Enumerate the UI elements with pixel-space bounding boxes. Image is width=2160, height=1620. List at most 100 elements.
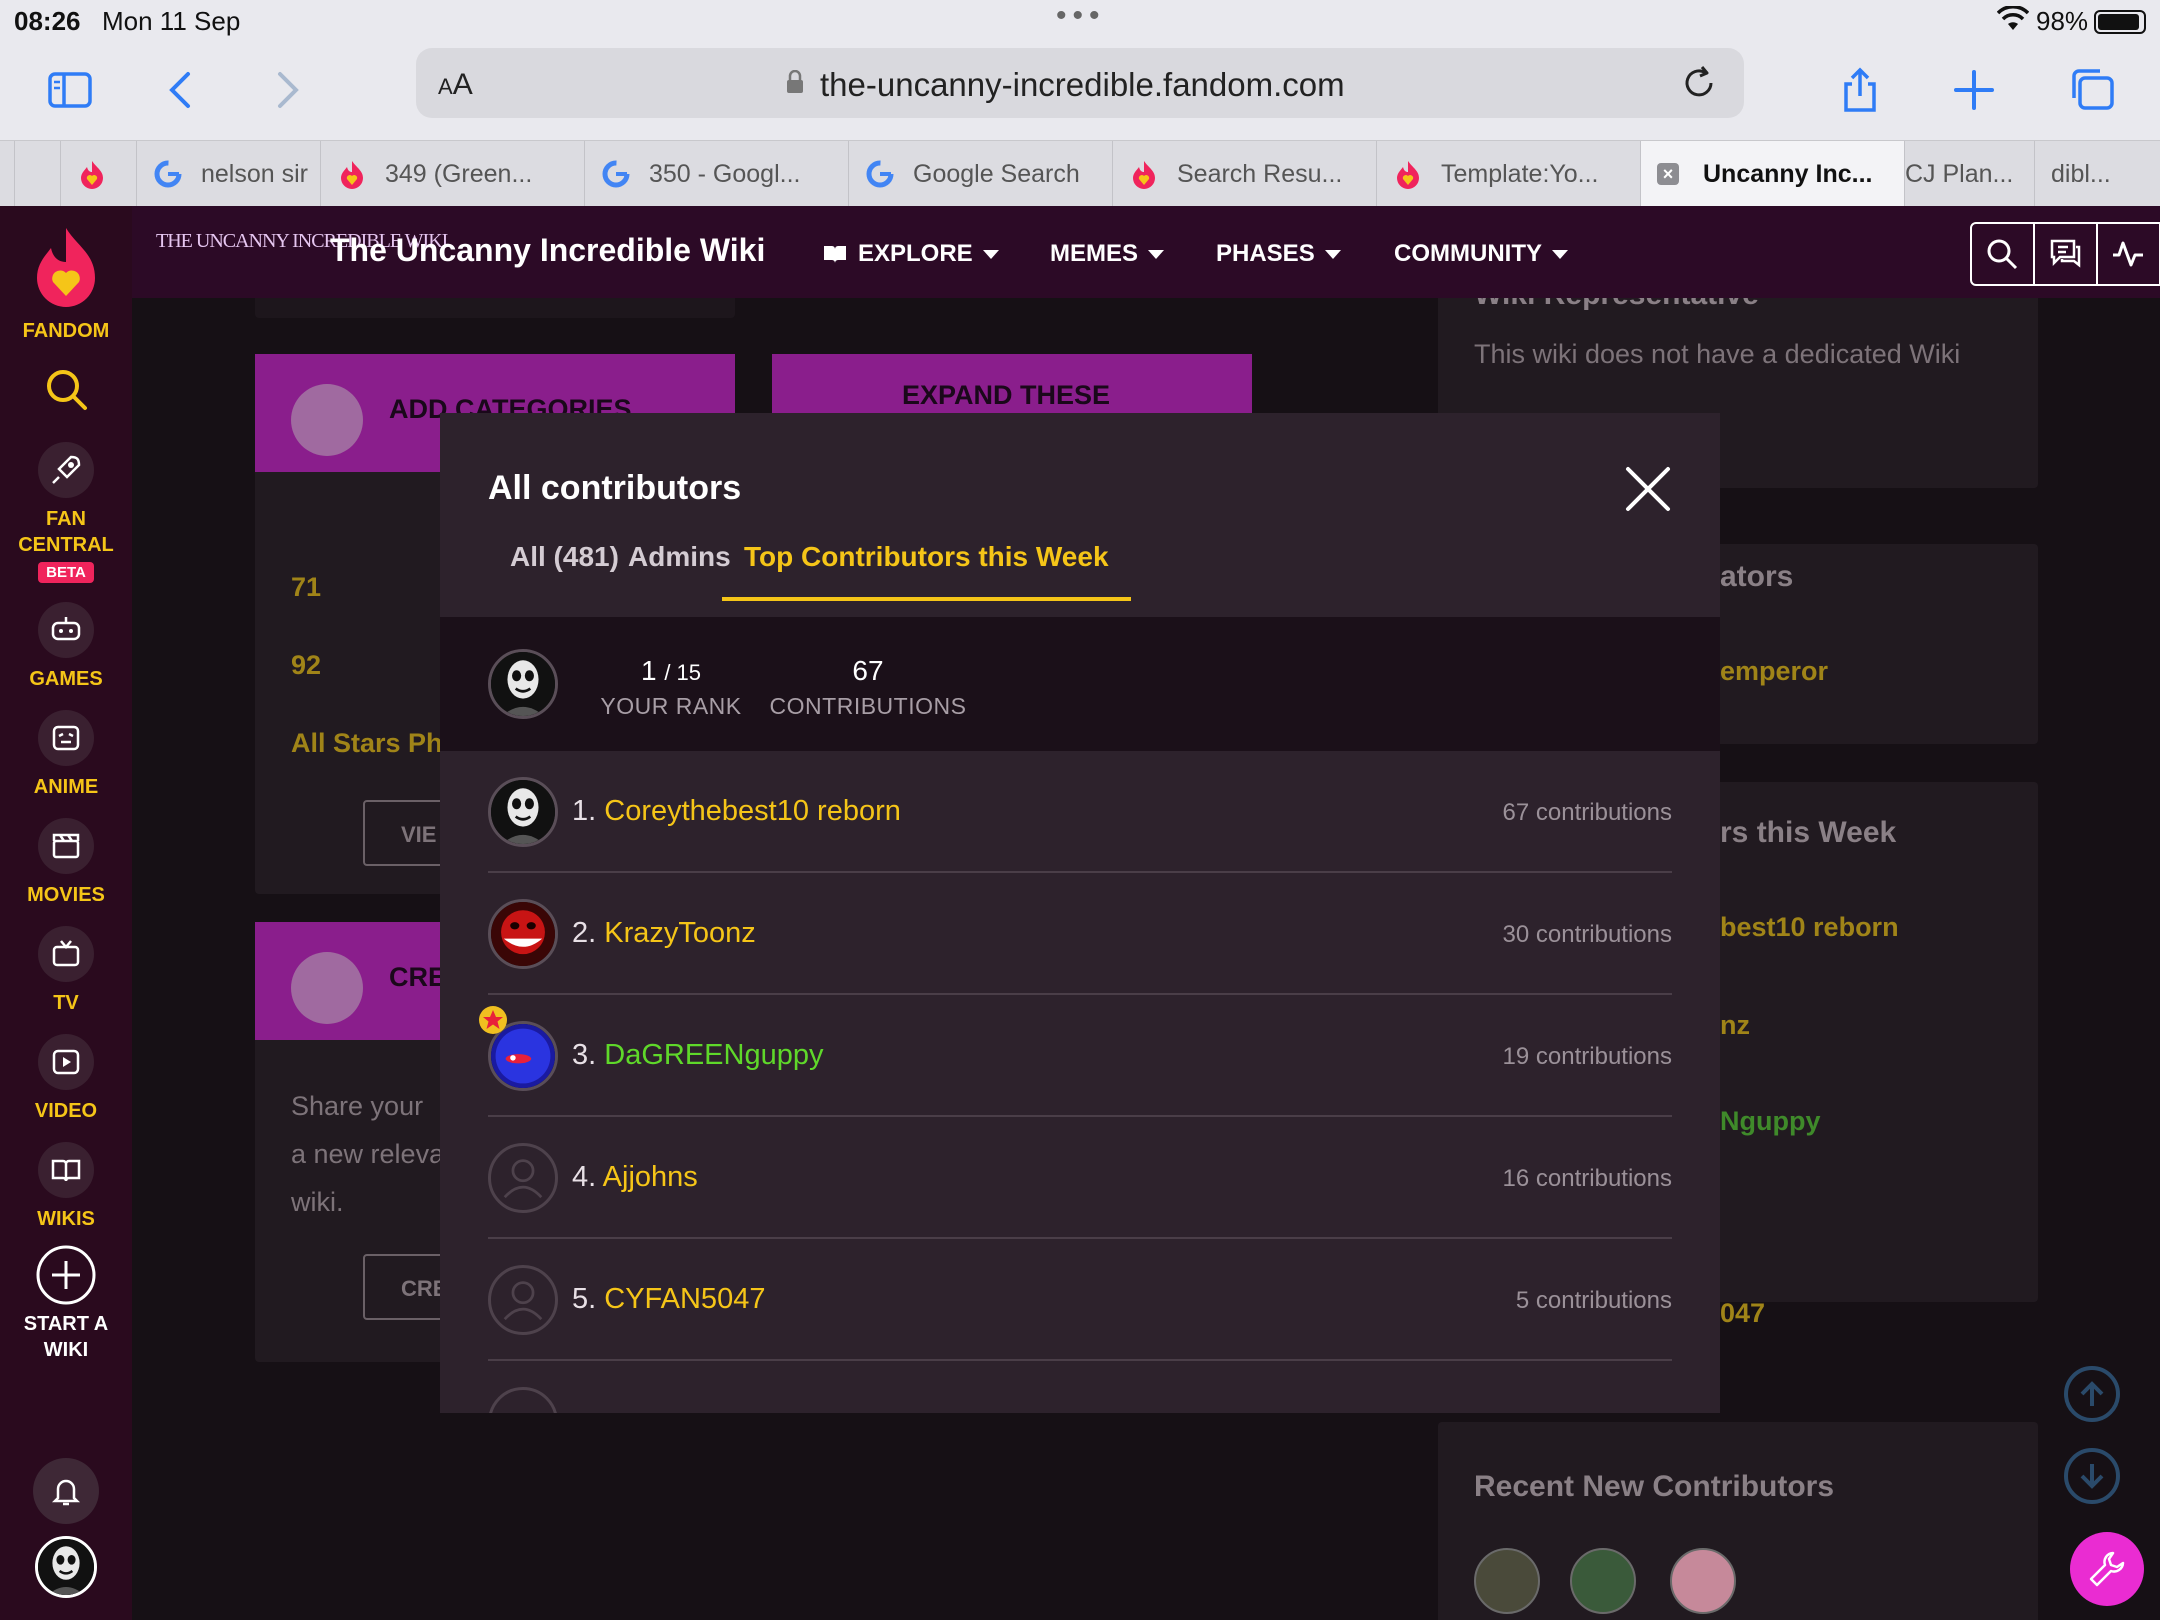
new-tab-icon[interactable] <box>1944 60 2004 120</box>
nav-community[interactable]: COMMUNITY <box>1394 240 1568 268</box>
avatar[interactable] <box>488 649 558 719</box>
tag-icon <box>291 384 363 456</box>
tab-dibl[interactable]: dibl... <box>2034 141 2160 207</box>
tab-admins[interactable]: Admins <box>628 541 731 603</box>
multitask-dots-icon[interactable]: ••• <box>1056 1 1106 31</box>
discussions-button[interactable] <box>2035 224 2098 284</box>
default-avatar-icon[interactable] <box>488 1143 558 1213</box>
anime-icon <box>38 710 94 766</box>
avatar[interactable] <box>488 899 558 969</box>
tab-uncanny-incredible[interactable]: × Uncanny Inc... <box>1640 141 1904 207</box>
search-button[interactable] <box>1972 224 2035 284</box>
wiki-tools <box>1970 222 2160 286</box>
rail-tv[interactable]: TV <box>0 926 132 1016</box>
address-bar[interactable]: AA the-uncanny-incredible.fandom.com <box>416 48 1744 118</box>
contributor-name[interactable]: 2. KrazyToonz <box>572 917 756 950</box>
avatar[interactable] <box>1570 1548 1636 1614</box>
tab-bar: nelson sir 349 (Green... 350 - Googl... … <box>0 140 2160 207</box>
list-item[interactable]: 2. KrazyToonz 30 contributions <box>488 873 1672 995</box>
tabs-overview-icon[interactable] <box>2062 60 2122 120</box>
list-item[interactable]: 4. Ajjohns 16 contributions <box>488 1117 1672 1239</box>
avatar[interactable] <box>1474 1548 1540 1614</box>
gamepad-icon <box>38 602 94 658</box>
bell-icon <box>33 1458 99 1524</box>
fandom-flame-icon <box>37 228 95 307</box>
nav-phases[interactable]: PHASES <box>1216 240 1341 268</box>
contribution-count: 5 contributions <box>1515 1287 1672 1314</box>
google-icon <box>153 159 183 189</box>
tab-350-google[interactable]: 350 - Googl... <box>584 141 848 207</box>
rail-wikis[interactable]: WIKIS <box>0 1142 132 1232</box>
rail-search[interactable] <box>0 366 132 417</box>
tab-cj-plan[interactable]: CJ Plan... <box>1904 141 2050 207</box>
fandom-logo[interactable]: FANDOM <box>0 226 132 344</box>
rail-fan-central[interactable]: FAN CENTRAL BETA <box>0 442 132 583</box>
contributor-name[interactable]: 1. Coreythebest10 reborn <box>572 795 901 828</box>
reload-icon[interactable] <box>1680 64 1718 102</box>
fandom-flame-icon <box>77 159 107 189</box>
tab-nelson-sir[interactable]: nelson sir <box>136 141 320 207</box>
rail-video[interactable]: VIDEO <box>0 1034 132 1124</box>
back-icon[interactable] <box>152 60 212 120</box>
rail-user-avatar[interactable] <box>0 1536 132 1598</box>
page-icon <box>291 952 363 1024</box>
nav-explore[interactable]: EXPLORE <box>822 240 999 268</box>
contributor-name[interactable]: 4. Ajjohns <box>572 1161 698 1194</box>
avatar[interactable] <box>488 777 558 847</box>
all-contributors-modal: All contributors All (481) Admins Top Co… <box>440 413 1720 1413</box>
book-icon <box>38 1142 94 1198</box>
contribution-count: 16 contributions <box>1502 1165 1672 1192</box>
list-item[interactable]: 3. DaGREENguppy 19 contributions <box>479 995 1672 1117</box>
default-avatar-icon[interactable] <box>488 1265 558 1335</box>
lock-icon <box>787 70 803 93</box>
caret-down-icon <box>982 249 999 259</box>
list-item-partial[interactable] <box>488 1361 1672 1413</box>
text-size-button[interactable]: AA <box>438 68 473 102</box>
your-contributions: 67 CONTRIBUTIONS <box>769 655 967 719</box>
browser-toolbar: AA the-uncanny-incredible.fandom.com <box>0 40 2160 140</box>
fandom-global-nav: FANDOM FAN CENTRAL BETA GAMES ANIME MOVI… <box>0 206 132 1620</box>
tab-pinned-blank[interactable] <box>14 141 60 207</box>
tab-top-contributors-week[interactable]: Top Contributors this Week <box>722 541 1131 603</box>
close-tab-icon[interactable]: × <box>1657 163 1679 185</box>
star-badge-icon <box>479 1006 507 1034</box>
tab-pinned-fandom[interactable] <box>60 141 136 207</box>
rail-notifications[interactable] <box>0 1458 132 1524</box>
contributor-name[interactable]: 5. CYFAN5047 <box>572 1283 765 1316</box>
tab-349-green[interactable]: 349 (Green... <box>320 141 584 207</box>
contribution-count: 30 contributions <box>1502 921 1672 948</box>
wiki-name[interactable]: The Uncanny Incredible Wiki <box>330 232 765 269</box>
contributor-name[interactable]: 3. DaGREENguppy <box>572 1039 823 1072</box>
beta-badge: BETA <box>38 562 94 583</box>
forward-icon[interactable] <box>256 60 316 120</box>
rail-anime[interactable]: ANIME <box>0 710 132 800</box>
list-item[interactable]: 1. Coreythebest10 reborn 67 contribution… <box>488 751 1672 873</box>
tab-google-search[interactable]: Google Search <box>848 141 1112 207</box>
admin-tools-button[interactable] <box>2070 1532 2144 1606</box>
sidebar-toggle-icon[interactable] <box>40 60 100 120</box>
rail-games[interactable]: GAMES <box>0 602 132 692</box>
battery-icon <box>2094 10 2146 34</box>
scroll-down-button[interactable] <box>2064 1448 2120 1504</box>
default-avatar-icon[interactable] <box>488 1387 558 1413</box>
clapper-icon <box>38 818 94 874</box>
rocket-icon <box>38 442 94 498</box>
close-icon[interactable] <box>1622 463 1674 515</box>
recent-activity-button[interactable] <box>2098 224 2160 284</box>
tab-search-results[interactable]: Search Resu... <box>1112 141 1376 207</box>
scroll-up-button[interactable] <box>2064 1366 2120 1422</box>
search-icon <box>47 370 87 410</box>
tab-template[interactable]: Template:Yo... <box>1376 141 1640 207</box>
list-item[interactable]: 5. CYFAN5047 5 contributions <box>488 1239 1672 1361</box>
url-text: the-uncanny-incredible.fandom.com <box>820 66 1345 103</box>
arrow-down-icon <box>2080 1464 2104 1489</box>
avatar[interactable] <box>1670 1548 1736 1614</box>
rail-movies[interactable]: MOVIES <box>0 818 132 908</box>
activity-icon <box>2113 241 2144 267</box>
tab-all[interactable]: All (481) <box>510 541 619 603</box>
fandom-flame-icon <box>337 159 367 189</box>
rail-start-a-wiki[interactable]: START A WIKI <box>0 1244 132 1363</box>
discussions-icon <box>2051 239 2081 268</box>
share-icon[interactable] <box>1830 60 1890 120</box>
nav-memes[interactable]: MEMES <box>1050 240 1165 268</box>
